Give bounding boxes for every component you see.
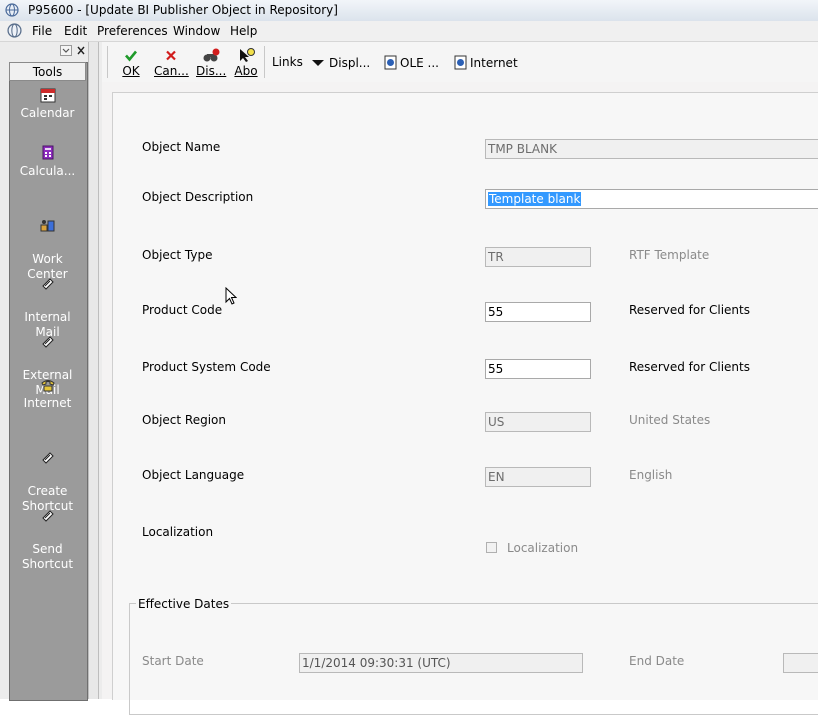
app-globe-icon: [5, 3, 19, 17]
cancel-button[interactable]: Can...: [154, 48, 189, 78]
calendar-icon: [40, 88, 55, 103]
toolbar-separator: [107, 46, 108, 78]
object-name-field[interactable]: TMP BLANK: [485, 139, 818, 159]
shortcut-icon: [41, 452, 54, 464]
display-menu[interactable]: Displ...: [329, 56, 370, 70]
binoculars-icon: [203, 48, 220, 62]
product-code-field[interactable]: 55: [485, 302, 591, 322]
localization-checkbox[interactable]: [486, 542, 497, 553]
check-icon: [125, 50, 138, 62]
chevron-down-icon: [62, 48, 70, 53]
window-title-bar: P95600 - [Update BI Publisher Object in …: [0, 0, 818, 22]
tool-send-shortcut-label: Send Shortcut: [21, 542, 74, 571]
object-description-label: Object Description: [142, 190, 254, 204]
about-label: Abo: [234, 64, 258, 78]
menu-preferences[interactable]: Preferences: [97, 24, 168, 38]
menu-help[interactable]: Help: [230, 24, 257, 38]
tool-calculator[interactable]: Calcula...: [9, 145, 86, 179]
selected-text: Template blank: [488, 192, 582, 206]
product-code-label: Product Code: [142, 303, 223, 317]
object-description-field[interactable]: Template blank: [485, 189, 818, 209]
object-name-label: Object Name: [142, 140, 221, 154]
ole-link[interactable]: OLE ...: [400, 56, 439, 70]
window-title: P95600 - [Update BI Publisher Object in …: [28, 3, 338, 17]
start-date-field[interactable]: 1/1/2014 09:30:31 (UTC): [299, 653, 583, 673]
links-menu[interactable]: Links: [272, 55, 303, 69]
end-date-field[interactable]: [783, 653, 818, 673]
shortcut-icon: [41, 510, 54, 522]
form-toolbar: OK Can... Dis... Abo Links Displ... OLE …: [102, 42, 818, 82]
cancel-label: Can...: [154, 64, 189, 78]
product-system-code-description: Reserved for Clients: [629, 360, 750, 374]
tool-calendar-label: Calendar: [20, 106, 75, 120]
cancel-x-icon: [166, 50, 176, 61]
ole-document-icon: [384, 55, 397, 70]
work-center-icon: [40, 220, 54, 232]
ok-button[interactable]: OK: [120, 48, 142, 78]
mouse-cursor-icon: [225, 287, 237, 305]
start-date-label: Start Date: [142, 654, 204, 668]
end-date-label: End Date: [629, 654, 685, 668]
menu-bar: File Edit Preferences Window Help: [0, 21, 818, 42]
internal-mail-icon: [41, 278, 54, 290]
close-icon: [77, 46, 85, 55]
object-language-description: English: [629, 468, 673, 482]
object-type-field[interactable]: TR: [485, 247, 591, 267]
localization-checkbox-label: Localization: [507, 541, 579, 555]
phone-icon: [40, 380, 55, 392]
menu-edit[interactable]: Edit: [64, 24, 87, 38]
panel-dropdown-button[interactable]: [60, 45, 72, 56]
tool-calculator-label: Calcula...: [19, 164, 76, 178]
tool-internet-label: Internet: [23, 396, 72, 410]
localization-label: Localization: [142, 525, 214, 539]
dropdown-triangle-icon[interactable]: [311, 59, 325, 67]
about-cursor-icon: [240, 48, 255, 62]
object-language-field[interactable]: EN: [485, 467, 591, 487]
object-region-description: United States: [629, 413, 711, 427]
ok-label: OK: [122, 64, 140, 78]
product-code-description: Reserved for Clients: [629, 303, 750, 317]
menu-window[interactable]: Window: [173, 24, 220, 38]
panel-close-button[interactable]: [75, 45, 87, 56]
calculator-icon: [42, 145, 53, 160]
object-region-field[interactable]: US: [485, 412, 591, 432]
about-button[interactable]: Abo: [234, 48, 258, 78]
internet-document-icon: [454, 55, 467, 70]
tools-tab[interactable]: Tools: [9, 62, 86, 81]
product-system-code-field[interactable]: 55: [485, 359, 591, 379]
toolbar-separator: [264, 46, 265, 78]
panel-splitter[interactable]: [88, 42, 99, 699]
tool-send-shortcut[interactable]: Send Shortcut: [9, 493, 86, 572]
external-mail-icon: [41, 336, 54, 348]
object-type-description: RTF Template: [629, 248, 710, 262]
display-button[interactable]: Dis...: [196, 48, 226, 78]
menu-file[interactable]: File: [32, 24, 52, 38]
internet-link[interactable]: Internet: [470, 56, 518, 70]
display-label: Dis...: [196, 64, 227, 78]
tool-internet[interactable]: Internet: [9, 377, 86, 411]
product-system-code-label: Product System Code: [142, 360, 271, 374]
object-type-label: Object Type: [142, 248, 213, 262]
object-region-label: Object Region: [142, 413, 226, 427]
effective-dates-title: Effective Dates: [136, 597, 232, 611]
tool-calendar[interactable]: Calendar: [9, 87, 86, 121]
object-language-label: Object Language: [142, 468, 245, 482]
app-menu-globe-icon[interactable]: [7, 23, 22, 38]
